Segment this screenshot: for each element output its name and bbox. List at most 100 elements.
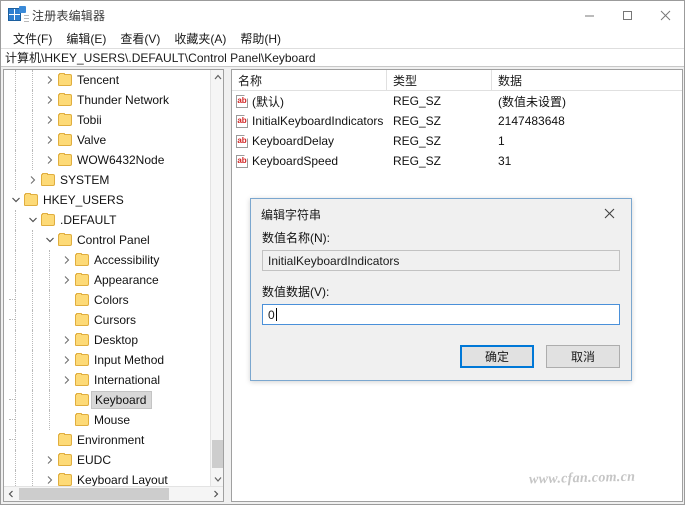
menu-help[interactable]: 帮助(H) (233, 29, 288, 48)
folder-icon (58, 453, 72, 466)
ok-button[interactable]: 确定 (460, 345, 534, 368)
value-row[interactable]: ab InitialKeyboardIndicators REG_SZ 2147483… (232, 111, 682, 131)
tree-leaf-marker (9, 290, 75, 310)
chevron-right-icon[interactable] (59, 370, 75, 390)
value-data-text: 0 (268, 307, 275, 322)
tree-node[interactable]: Desktop (4, 330, 212, 350)
tree-node[interactable]: Keyboard Layout (4, 470, 212, 486)
column-header-type[interactable]: 类型 (387, 70, 492, 90)
tree-guide-line (15, 210, 17, 230)
cancel-button[interactable]: 取消 (546, 345, 620, 368)
tree-guide-line (32, 90, 34, 110)
address-bar[interactable]: 计算机\HKEY_USERS\.DEFAULT\Control Panel\Ke… (1, 48, 684, 67)
chevron-right-icon[interactable] (59, 350, 75, 370)
chevron-right-icon[interactable] (42, 470, 58, 486)
value-data-input[interactable]: 0 (262, 304, 620, 325)
tree-guide-line (49, 410, 51, 430)
tree-guide-line (15, 230, 17, 250)
chevron-down-icon[interactable] (8, 190, 24, 210)
tree-node[interactable]: International (4, 370, 212, 390)
menu-favorites[interactable]: 收藏夹(A) (167, 29, 233, 48)
value-type-cell: REG_SZ (393, 134, 442, 148)
chevron-down-icon[interactable] (25, 210, 41, 230)
value-row[interactable]: ab KeyboardSpeed REG_SZ 31 (232, 151, 682, 171)
chevron-right-icon[interactable] (25, 170, 41, 190)
tree-node-label: Appearance (94, 273, 159, 287)
tree-node[interactable]: Tencent (4, 70, 212, 90)
scroll-up-icon[interactable] (211, 70, 223, 84)
column-header-name[interactable]: 名称 (232, 70, 387, 90)
tree-node[interactable]: WOW6432Node (4, 150, 212, 170)
tree-node-label: Tencent (77, 73, 120, 87)
value-row[interactable]: ab KeyboardDelay REG_SZ 1 (232, 131, 682, 151)
tree-horizontal-scrollbar[interactable] (4, 486, 223, 501)
chevron-right-icon[interactable] (42, 90, 58, 110)
tree-node[interactable]: Colors (4, 290, 212, 310)
registry-tree[interactable]: Tencent Thunder Network Tobii Valve WOW6432N… (4, 70, 212, 486)
menu-view[interactable]: 查看(V) (113, 29, 167, 48)
folder-icon (75, 253, 89, 266)
value-row[interactable]: ab (默认) REG_SZ (数值未设置) (232, 91, 682, 111)
chevron-right-icon[interactable] (42, 150, 58, 170)
chevron-down-icon[interactable] (42, 230, 58, 250)
tree-scroll-thumb[interactable] (212, 440, 223, 468)
maximize-button[interactable] (608, 1, 646, 29)
tree-hscroll-thumb[interactable] (19, 488, 169, 500)
string-value-icon: ab (236, 134, 248, 148)
folder-icon (41, 173, 55, 186)
chevron-right-icon[interactable] (59, 250, 75, 270)
tree-node-label: International (94, 373, 161, 387)
folder-icon (58, 93, 72, 106)
tree-node[interactable]: Valve (4, 130, 212, 150)
tree-guide-line (32, 410, 34, 430)
scroll-left-icon[interactable] (4, 487, 18, 501)
menu-edit[interactable]: 编辑(E) (59, 29, 113, 48)
tree-guide-line (32, 110, 34, 130)
chevron-right-icon[interactable] (42, 70, 58, 90)
close-button[interactable] (646, 1, 684, 29)
chevron-right-icon[interactable] (42, 450, 58, 470)
tree-vertical-scrollbar[interactable] (210, 70, 223, 486)
tree-node[interactable]: Appearance (4, 270, 212, 290)
tree-node[interactable]: Keyboard (4, 390, 212, 410)
tree-node[interactable]: Cursors (4, 310, 212, 330)
tree-node[interactable]: Environment (4, 430, 212, 450)
value-data-cell: 1 (498, 134, 505, 148)
window-controls (570, 1, 684, 29)
tree-node-label: HKEY_USERS (43, 193, 124, 207)
tree-guide-line (32, 430, 34, 450)
tree-node[interactable]: HKEY_USERS (4, 190, 212, 210)
tree-node-label: SYSTEM (60, 173, 110, 187)
chevron-right-icon[interactable] (42, 110, 58, 130)
tree-guide-line (15, 130, 17, 150)
chevron-right-icon[interactable] (59, 270, 75, 290)
registry-editor-icon (8, 6, 29, 23)
tree-node[interactable]: Accessibility (4, 250, 212, 270)
value-name-input[interactable]: InitialKeyboardIndicators (262, 250, 620, 271)
chevron-right-icon[interactable] (59, 330, 75, 350)
value-type-cell: REG_SZ (393, 154, 442, 168)
text-caret (275, 308, 277, 321)
tree-node[interactable]: Tobii (4, 110, 212, 130)
tree-node[interactable]: EUDC (4, 450, 212, 470)
tree-guide-line (32, 310, 34, 330)
scroll-down-icon[interactable] (211, 472, 223, 486)
column-header-data[interactable]: 数据 (492, 70, 682, 90)
scroll-right-icon[interactable] (209, 487, 223, 501)
dialog-close-button[interactable] (587, 199, 631, 228)
tree-node[interactable]: Thunder Network (4, 90, 212, 110)
tree-node-label: Environment (77, 433, 145, 447)
tree-node[interactable]: Input Method (4, 350, 212, 370)
title-bar: 注册表编辑器 (1, 1, 684, 29)
tree-node-label: Colors (94, 293, 129, 307)
folder-icon (58, 153, 72, 166)
chevron-right-icon[interactable] (42, 130, 58, 150)
tree-node[interactable]: SYSTEM (4, 170, 212, 190)
tree-guide-line (15, 250, 17, 270)
tree-node[interactable]: Control Panel (4, 230, 212, 250)
menu-file[interactable]: 文件(F) (6, 29, 59, 48)
minimize-button[interactable] (570, 1, 608, 29)
tree-guide-line (15, 450, 17, 470)
tree-node[interactable]: Mouse (4, 410, 212, 430)
tree-node[interactable]: .DEFAULT (4, 210, 212, 230)
